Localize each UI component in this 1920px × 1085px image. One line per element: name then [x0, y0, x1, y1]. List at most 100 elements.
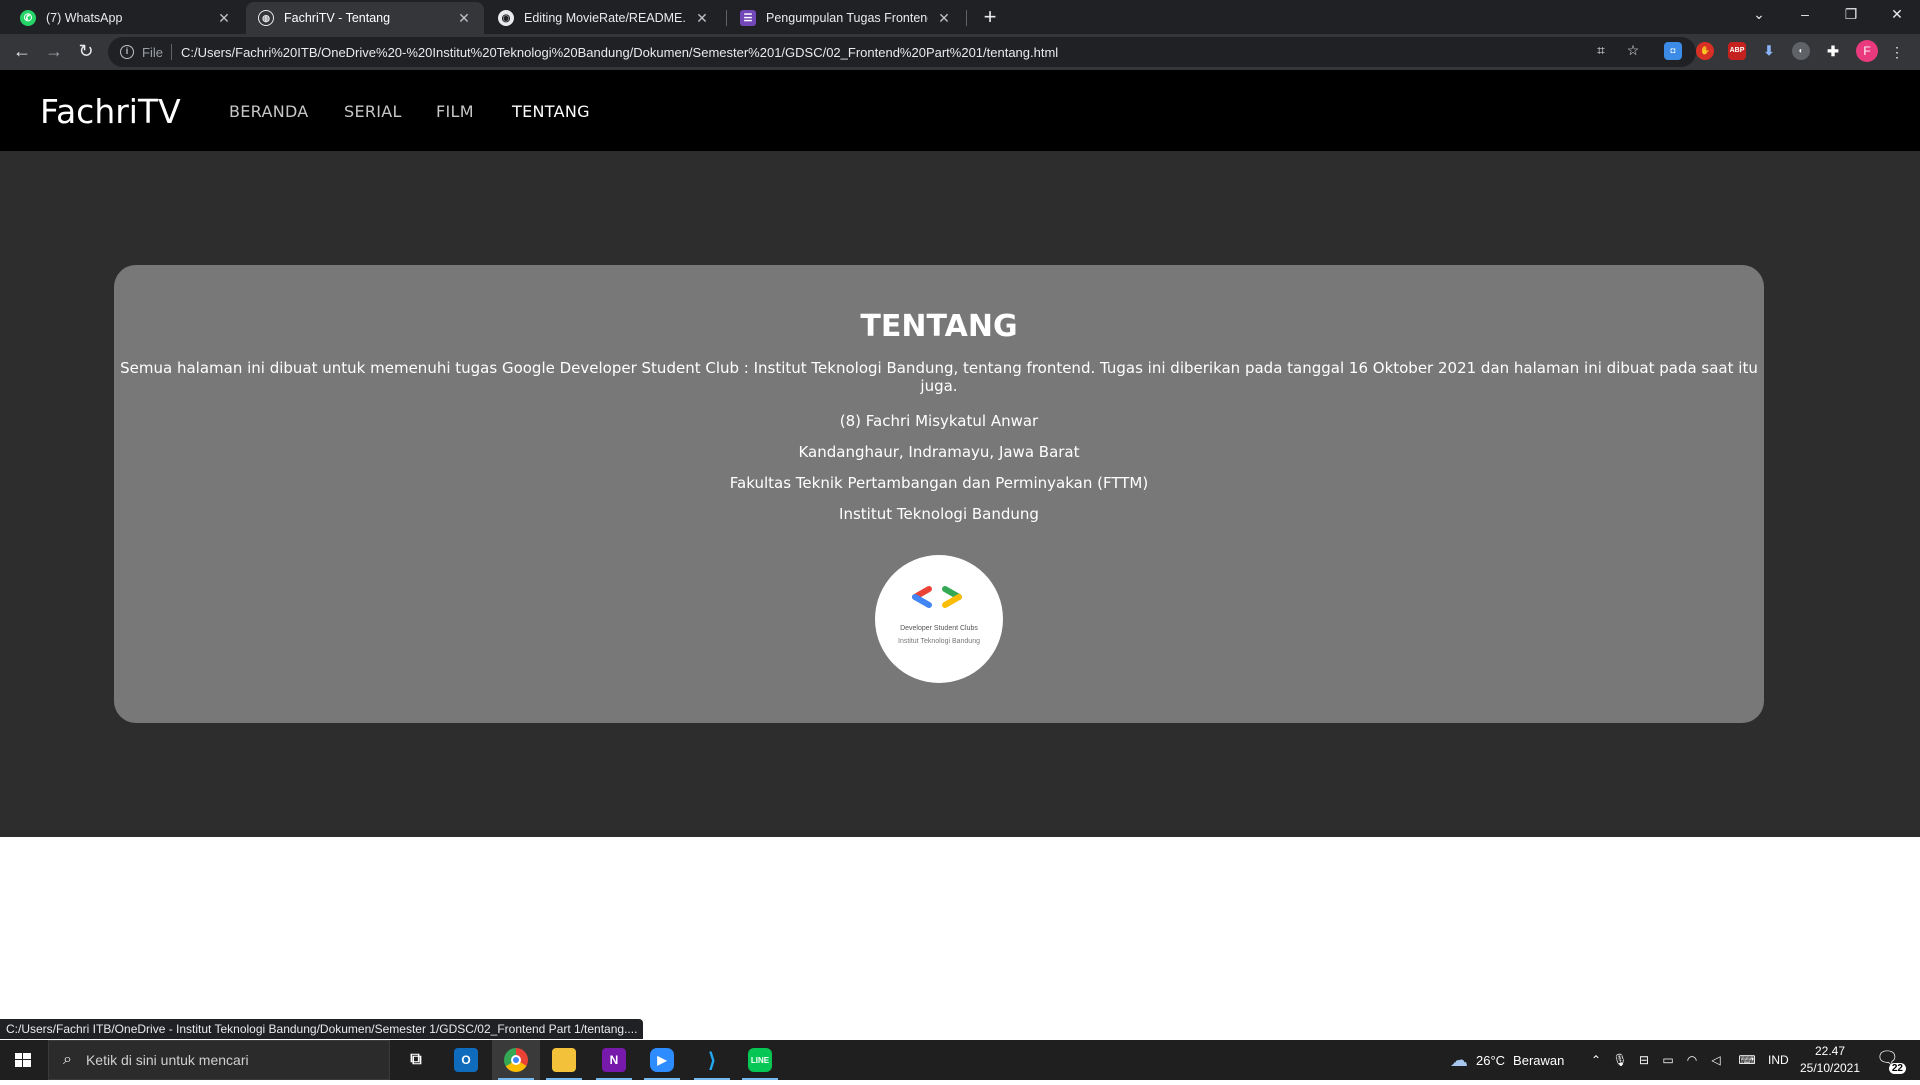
tab-fachritv[interactable]: ◍ FachriTV - Tentang ✕	[246, 2, 484, 34]
translate-icon[interactable]: ⌗	[1592, 41, 1610, 59]
nav-link-beranda[interactable]: BERANDA	[229, 102, 309, 121]
about-heading: TENTANG	[860, 309, 1018, 344]
folder-icon	[552, 1048, 576, 1072]
taskbar-clock[interactable]: 22.47 25/10/2021	[1792, 1043, 1868, 1077]
input-language[interactable]: IND	[1768, 1040, 1789, 1080]
windows-taskbar: ⌕ Ketik di sini untuk mencari ⧉ O N ▶ ⟩ …	[0, 1040, 1920, 1080]
task-view-icon: ⧉	[410, 1051, 422, 1068]
about-card: TENTANG Semua halaman ini dibuat untuk m…	[114, 265, 1764, 723]
onenote-icon: N	[602, 1048, 626, 1072]
zoom-icon: ▶	[650, 1048, 674, 1072]
omnibox-divider	[170, 44, 172, 60]
taskbar-outlook[interactable]: O	[442, 1040, 490, 1080]
extension-screenshot-icon[interactable]: ◘	[1664, 42, 1682, 60]
volume-icon[interactable]: ◁	[1708, 1052, 1724, 1068]
profile-avatar[interactable]: F	[1856, 40, 1878, 62]
info-icon[interactable]: i	[120, 45, 134, 59]
weather-temp: 26°C	[1476, 1052, 1506, 1068]
taskbar-zoom[interactable]: ▶	[638, 1040, 686, 1080]
minimize-button[interactable]: –	[1782, 0, 1828, 30]
taskbar-file-explorer[interactable]	[540, 1040, 588, 1080]
close-icon[interactable]: ✕	[694, 10, 710, 27]
clock-date: 25/10/2021	[1799, 1061, 1861, 1075]
tab-title: FachriTV - Tentang	[284, 11, 391, 25]
link-status-bubble: C:/Users/Fachri ITB/OneDrive - Institut …	[0, 1019, 644, 1039]
bookmark-star-icon[interactable]: ☆	[1624, 41, 1642, 59]
search-icon: ⌕	[63, 1051, 72, 1068]
wifi-icon[interactable]: ◠	[1684, 1052, 1700, 1068]
clock-time: 22.47	[1814, 1044, 1846, 1058]
form-icon: ☰	[740, 10, 756, 26]
author-university: Institut Teknologi Bandung	[839, 505, 1039, 523]
close-icon[interactable]: ✕	[216, 10, 232, 27]
gdsc-logo: Developer Student Clubs Institut Teknolo…	[875, 555, 1003, 683]
tab-title: Editing MovieRate/README.md at	[524, 11, 686, 25]
windows-logo-icon	[15, 1053, 31, 1067]
keyboard-icon[interactable]: ⌨	[1736, 1052, 1758, 1068]
tab-title: Pengumpulan Tugas Frontend #1	[766, 11, 928, 25]
chrome-icon	[504, 1048, 528, 1072]
puzzle-extensions-icon[interactable]: ✚	[1824, 42, 1842, 60]
taskbar-onenote[interactable]: N	[590, 1040, 638, 1080]
close-window-button[interactable]: ✕	[1874, 0, 1920, 30]
microphone-icon[interactable]: 🎙	[1612, 1052, 1628, 1068]
taskbar-chrome[interactable]	[492, 1040, 540, 1080]
more-menu-icon[interactable]: ⋮	[1888, 43, 1906, 61]
page-viewport: FachriTV BERANDA SERIAL FILM TENTANG TEN…	[0, 70, 1920, 837]
url-text[interactable]: C:/Users/Fachri%20ITB/OneDrive%20-%20Ins…	[181, 45, 1058, 60]
author-faculty: Fakultas Teknik Pertambangan dan Perminy…	[729, 474, 1149, 492]
tab-separator	[966, 10, 967, 26]
logo-text-university: Institut Teknologi Bandung	[898, 638, 980, 645]
weather-desc: Berawan	[1513, 1052, 1565, 1068]
browser-tab-strip: ✆ (7) WhatsApp ✕ ◍ FachriTV - Tentang ✕ …	[0, 0, 1920, 34]
author-origin: Kandanghaur, Indramayu, Jawa Barat	[798, 443, 1080, 461]
browser-toolbar: ← → ↻ i File C:/Users/Fachri%20ITB/OneDr…	[0, 34, 1920, 70]
download-extension-icon[interactable]: ⬇	[1760, 42, 1778, 60]
globe-icon: ◍	[258, 10, 274, 26]
task-view-button[interactable]: ⧉	[392, 1040, 440, 1080]
cloud-icon: ☁	[1450, 1049, 1468, 1070]
start-button[interactable]	[0, 1040, 46, 1080]
taskbar-line[interactable]: LINE	[736, 1040, 784, 1080]
nav-link-film[interactable]: FILM	[436, 102, 474, 121]
author-name: (8) Fachri Misykatul Anwar	[839, 412, 1039, 430]
network-devices-icon[interactable]: ⊟	[1636, 1052, 1652, 1068]
logo-text-clubs: Developer Student Clubs	[900, 625, 978, 632]
tab-github[interactable]: ◉ Editing MovieRate/README.md at ✕	[486, 2, 722, 34]
tab-google-form[interactable]: ☰ Pengumpulan Tugas Frontend #1 ✕	[728, 2, 964, 34]
adblock-icon[interactable]: ABP	[1728, 42, 1746, 60]
notification-center-button[interactable]: 🗨 22	[1876, 1048, 1906, 1074]
weather-widget[interactable]: ☁ 26°C Berawan	[1450, 1040, 1564, 1080]
tab-search-button[interactable]: ⌄	[1736, 0, 1782, 30]
forward-button[interactable]: →	[40, 38, 68, 66]
tab-whatsapp[interactable]: ✆ (7) WhatsApp ✕	[8, 2, 244, 34]
github-icon: ◉	[498, 10, 514, 26]
outlook-icon: O	[454, 1048, 478, 1072]
gdsc-brackets-icon	[912, 586, 962, 608]
battery-icon[interactable]: ▭	[1660, 1052, 1676, 1068]
line-app-icon: LINE	[748, 1048, 772, 1072]
close-icon[interactable]: ✕	[936, 10, 952, 27]
scheme-label: File	[142, 44, 163, 60]
taskbar-vscode[interactable]: ⟩	[688, 1040, 736, 1080]
nav-link-tentang[interactable]: TENTANG	[512, 102, 590, 121]
taskbar-search-input[interactable]: ⌕ Ketik di sini untuk mencari	[48, 1040, 390, 1080]
site-navbar: FachriTV BERANDA SERIAL FILM TENTANG	[0, 70, 1920, 151]
restore-button[interactable]: ❐	[1828, 0, 1874, 30]
notification-count: 22	[1888, 1063, 1906, 1074]
address-bar[interactable]: i File C:/Users/Fachri%20ITB/OneDrive%20…	[108, 37, 1696, 67]
new-tab-button[interactable]: +	[976, 4, 1004, 32]
tab-separator	[726, 10, 727, 26]
close-icon[interactable]: ✕	[456, 10, 472, 27]
search-placeholder: Ketik di sini untuk mencari	[85, 1052, 249, 1068]
show-hidden-icons-chevron-icon[interactable]: ⌃	[1588, 1052, 1604, 1068]
tab-title: (7) WhatsApp	[46, 11, 123, 25]
nav-link-serial[interactable]: SERIAL	[344, 102, 402, 121]
reload-button[interactable]: ↻	[72, 38, 100, 66]
extension-red-icon[interactable]: ✋	[1696, 42, 1714, 60]
site-brand[interactable]: FachriTV	[40, 92, 181, 131]
about-description: Semua halaman ini dibuat untuk memenuhi …	[120, 359, 1758, 395]
back-button[interactable]: ←	[8, 38, 36, 66]
whatsapp-icon: ✆	[20, 10, 36, 26]
extension-circle-icon[interactable]: ◐	[1792, 42, 1810, 60]
